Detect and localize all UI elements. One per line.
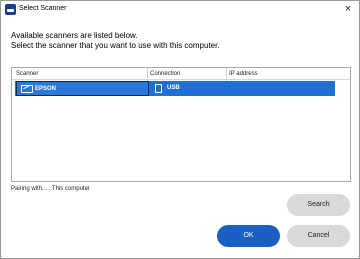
select-scanner-dialog: Select Scanner × Available scanners are … [0, 0, 360, 259]
ok-button[interactable]: OK [217, 225, 280, 247]
window-title: Select Scanner [19, 5, 67, 12]
description-line-1: Available scanners are listed below. [11, 31, 138, 40]
column-header-ip-address: IP address [229, 71, 258, 77]
table-row[interactable]: EPSON USB [15, 81, 335, 96]
description-line-2: Select the scanner that you want to use … [11, 41, 220, 50]
cancel-button[interactable]: Cancel [287, 225, 350, 247]
column-header-connection: Connection [150, 71, 181, 77]
usb-icon [155, 84, 162, 93]
connection-value: USB [167, 85, 180, 91]
title-bar: Select Scanner × [1, 1, 359, 18]
app-icon [5, 4, 16, 15]
search-button[interactable]: Search [287, 194, 350, 216]
scanner-icon [21, 85, 33, 93]
column-header-scanner: Scanner [16, 71, 39, 77]
close-icon[interactable]: × [342, 2, 354, 16]
scanner-table[interactable]: Scanner Connection IP address EPSON USB [11, 67, 351, 182]
table-header: Scanner Connection IP address [12, 68, 350, 80]
scanner-cell[interactable]: EPSON [16, 81, 149, 96]
scanner-name: EPSON [35, 86, 57, 92]
pairing-status: Pairing with... : This computer [11, 186, 90, 192]
